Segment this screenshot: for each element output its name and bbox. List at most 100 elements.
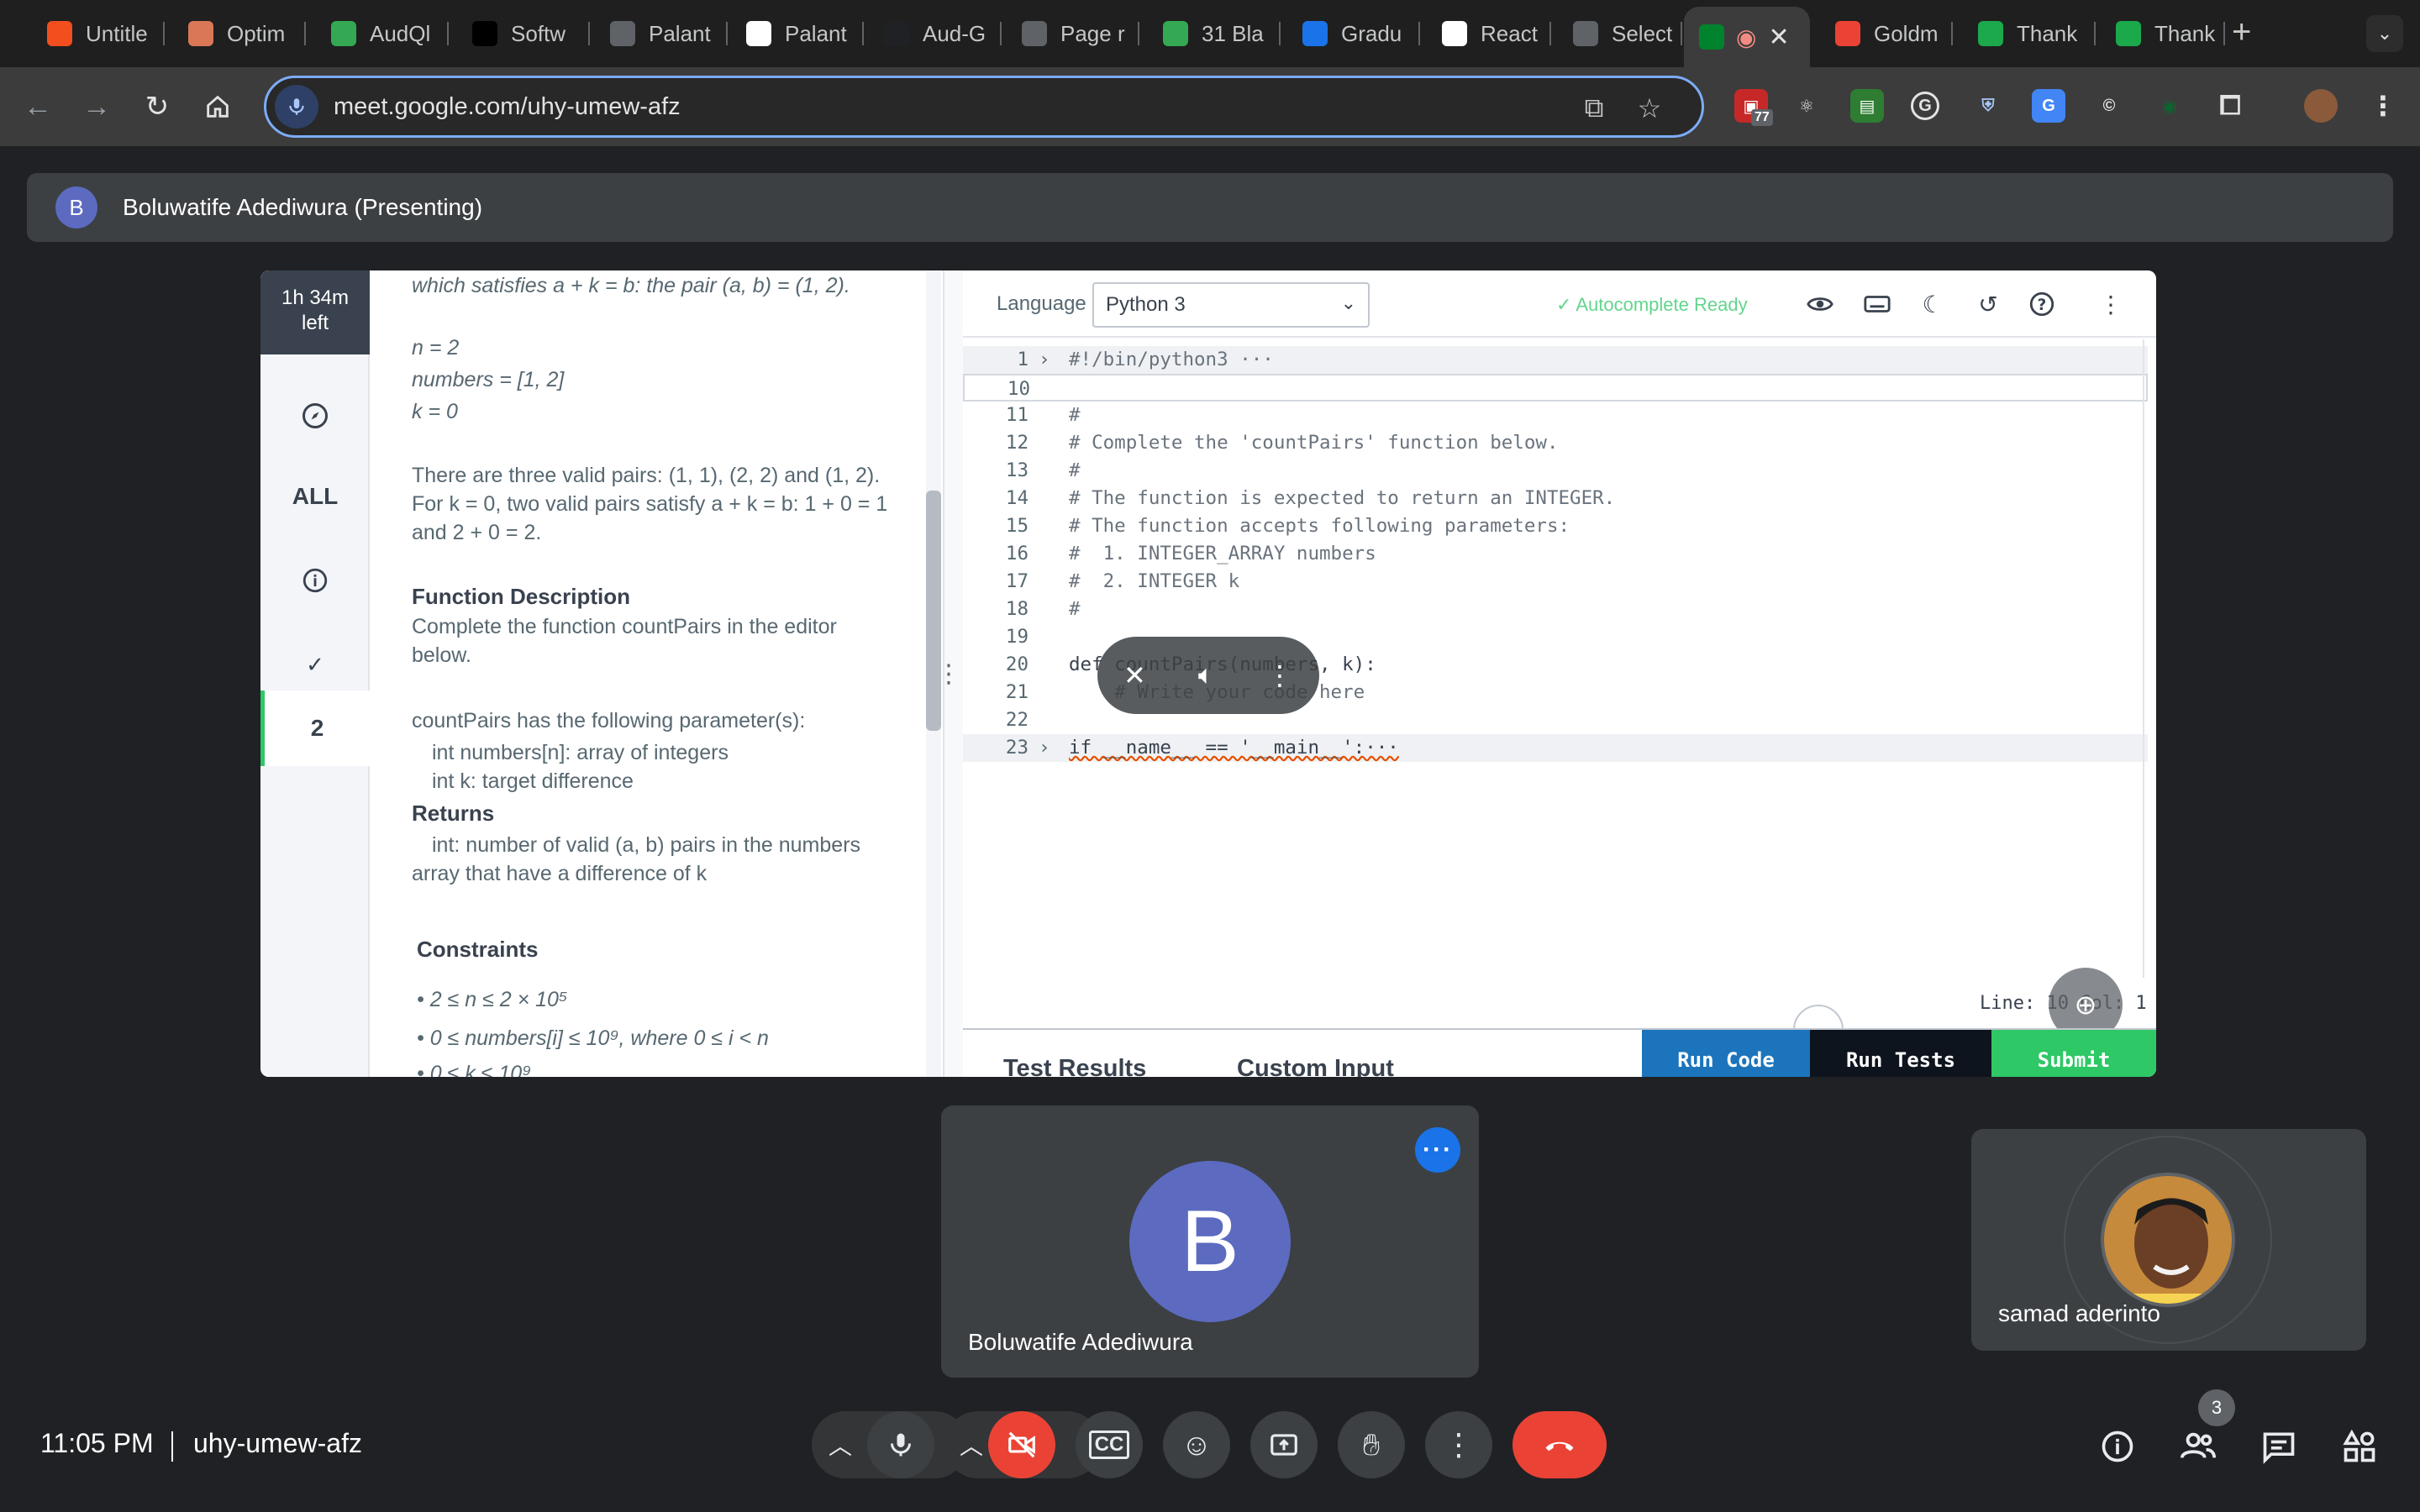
browser-tab[interactable]: Thank	[2099, 12, 2225, 55]
history-icon[interactable]: ↺	[1971, 287, 2005, 321]
line-number: 19	[1005, 626, 1028, 648]
code-line[interactable]: 13 #	[963, 457, 2148, 485]
forward-button[interactable]: →	[76, 86, 118, 128]
presenting-label: Boluwatife Adediwura (Presenting)	[123, 194, 483, 220]
react-devtools-icon[interactable]: ⚛	[1790, 89, 1823, 123]
keyboard-icon[interactable]	[1860, 287, 1894, 321]
bookmark-star-icon[interactable]: ☆	[1631, 90, 1668, 127]
autocomplete-status[interactable]: ✓ Autocomplete Ready	[1556, 294, 1748, 316]
language-select[interactable]: Python 3 ⌄	[1092, 282, 1370, 328]
browser-tab[interactable]: Aud-G	[867, 12, 1002, 55]
participant-tile[interactable]: B ··· Boluwatife Adediwura	[941, 1105, 1479, 1378]
browser-tab[interactable]: Softw	[455, 12, 590, 55]
browser-tab[interactable]: Untitle	[30, 12, 165, 55]
mic-permission-icon[interactable]	[275, 85, 318, 129]
browser-tab[interactable]: Goldm	[1818, 12, 1953, 55]
fold-chevron-icon[interactable]: ›	[1039, 346, 1050, 374]
tab-label: Select	[1612, 20, 1673, 46]
home-button[interactable]	[197, 86, 239, 128]
open-in-new-icon[interactable]: ⧉	[1576, 90, 1612, 127]
more-options-button[interactable]: ⋮	[1425, 1411, 1492, 1478]
puzzle-icon[interactable]: ⧠	[2213, 89, 2247, 123]
url-text[interactable]: meet.google.com/uhy-umew-afz	[334, 93, 681, 121]
back-button[interactable]: ←	[17, 86, 59, 128]
activities-icon[interactable]	[2336, 1423, 2383, 1470]
people-icon[interactable]	[2175, 1423, 2222, 1470]
moon-icon[interactable]: ☾	[1916, 287, 1949, 321]
browser-tab[interactable]: 31 Bla	[1146, 12, 1281, 55]
tab-label: Goldm	[1874, 20, 1939, 46]
parameters-heading: countPairs has the following parameter(s…	[412, 709, 806, 732]
info-icon[interactable]	[260, 543, 370, 618]
line-number: 10	[1007, 378, 1030, 400]
volume-icon[interactable]: 🔈︎	[1198, 659, 1214, 691]
code-line[interactable]: 17 # 2. INTEGER k	[963, 568, 2148, 596]
code-line[interactable]: 11 #	[963, 402, 2148, 429]
copyright-icon[interactable]: ©	[2092, 89, 2126, 123]
run-code-button[interactable]: Run Code	[1642, 1030, 1810, 1077]
microphone-button[interactable]	[867, 1411, 934, 1478]
eye-icon[interactable]	[1803, 287, 1837, 321]
more-horiz-icon[interactable]: ···	[1415, 1127, 1460, 1173]
mic-options-chevron-icon[interactable]: ︿	[829, 1428, 852, 1462]
code-line[interactable]: 10	[963, 374, 2148, 402]
translate-icon[interactable]: G	[2032, 89, 2065, 123]
code-line[interactable]: 1 › #!/bin/python3 ···	[963, 346, 2148, 374]
submit-button[interactable]: Submit	[1991, 1030, 2156, 1077]
grammarly-icon[interactable]: G	[1911, 92, 1939, 120]
reload-button[interactable]: ↻	[136, 86, 178, 128]
code-line[interactable]: 14 # The function is expected to return a…	[963, 485, 2148, 512]
camera-options-chevron-icon[interactable]: ︿	[960, 1428, 983, 1462]
compass-icon[interactable]	[260, 378, 370, 454]
more-vert-icon[interactable]: ⋮	[1266, 659, 1293, 691]
code-line[interactable]: 15 # The function accepts following param…	[963, 512, 2148, 540]
browser-tab[interactable]: Gradu	[1286, 12, 1420, 55]
browser-tab[interactable]: Optim	[171, 12, 306, 55]
tab-search-button[interactable]: ⌄	[2366, 15, 2403, 52]
present-button[interactable]	[1250, 1411, 1318, 1478]
browser-tab[interactable]: Palant	[729, 12, 864, 55]
leave-call-button[interactable]	[1512, 1411, 1607, 1478]
code-line[interactable]: 23 › if __name__ == '__main__':···	[963, 734, 2148, 762]
captions-button[interactable]: CC	[1076, 1411, 1143, 1478]
browser-tab[interactable]: AudQl	[314, 12, 449, 55]
run-tests-button[interactable]: Run Tests	[1810, 1030, 1991, 1077]
rail-all[interactable]: ALL	[260, 459, 370, 534]
editor-scrollbar[interactable]	[2143, 339, 2156, 978]
extension-red-icon[interactable]: ▣ 77	[1734, 89, 1773, 126]
shield-icon[interactable]: ⛨	[1971, 89, 2005, 123]
meeting-details-icon[interactable]	[2094, 1423, 2141, 1470]
code-line[interactable]: 16 # 1. INTEGER_ARRAY numbers	[963, 540, 2148, 568]
raise-hand-button[interactable]: ✋︎	[1338, 1411, 1405, 1478]
more-vert-icon[interactable]: ⋮	[2094, 287, 2128, 321]
address-bar[interactable]: meet.google.com/uhy-umew-afz ⧉ ☆	[264, 76, 1704, 138]
browser-tab[interactable]: Palant	[593, 12, 728, 55]
chat-icon[interactable]	[2255, 1423, 2302, 1470]
tab-test-results[interactable]: Test Results	[1003, 1055, 1146, 1077]
browser-tab[interactable]: Select	[1556, 12, 1682, 55]
browser-tab[interactable]: ◉ ✕	[1684, 7, 1810, 67]
reactions-button[interactable]: ☺	[1163, 1411, 1230, 1478]
profile-avatar[interactable]	[2304, 89, 2338, 123]
timer-label: left	[301, 312, 329, 334]
problem-scroll-thumb[interactable]	[926, 491, 941, 731]
tab-separator	[304, 22, 306, 45]
code-line[interactable]: 12 # Complete the 'countPairs' function b…	[963, 429, 2148, 457]
new-tab-button[interactable]: +	[2232, 13, 2251, 50]
close-icon[interactable]: ✕	[1768, 23, 1789, 52]
code-line[interactable]: 18 #	[963, 596, 2148, 623]
pin-off-icon[interactable]: ✕	[1123, 659, 1146, 691]
browser-tab[interactable]: Thank	[1961, 12, 2096, 55]
camera-off-button[interactable]	[988, 1411, 1055, 1478]
rail-question[interactable]: 2	[260, 690, 370, 766]
problem-statement: which satisfies a + k = b: the pair (a, …	[371, 270, 943, 1077]
browser-tab[interactable]: React	[1425, 12, 1551, 55]
participant-tile[interactable]: samad aderinto	[1971, 1129, 2366, 1351]
browser-menu-icon[interactable]: ⋮	[2366, 89, 2400, 123]
browser-tab[interactable]: Page r	[1005, 12, 1139, 55]
tab-custom-input[interactable]: Custom Input	[1237, 1055, 1394, 1077]
help-icon[interactable]: ?	[2025, 287, 2059, 321]
extension-dark-green-icon[interactable]: ◉	[2153, 89, 2186, 123]
fold-chevron-icon[interactable]: ›	[1039, 734, 1050, 762]
extension-green-icon[interactable]: ▤	[1850, 89, 1884, 123]
